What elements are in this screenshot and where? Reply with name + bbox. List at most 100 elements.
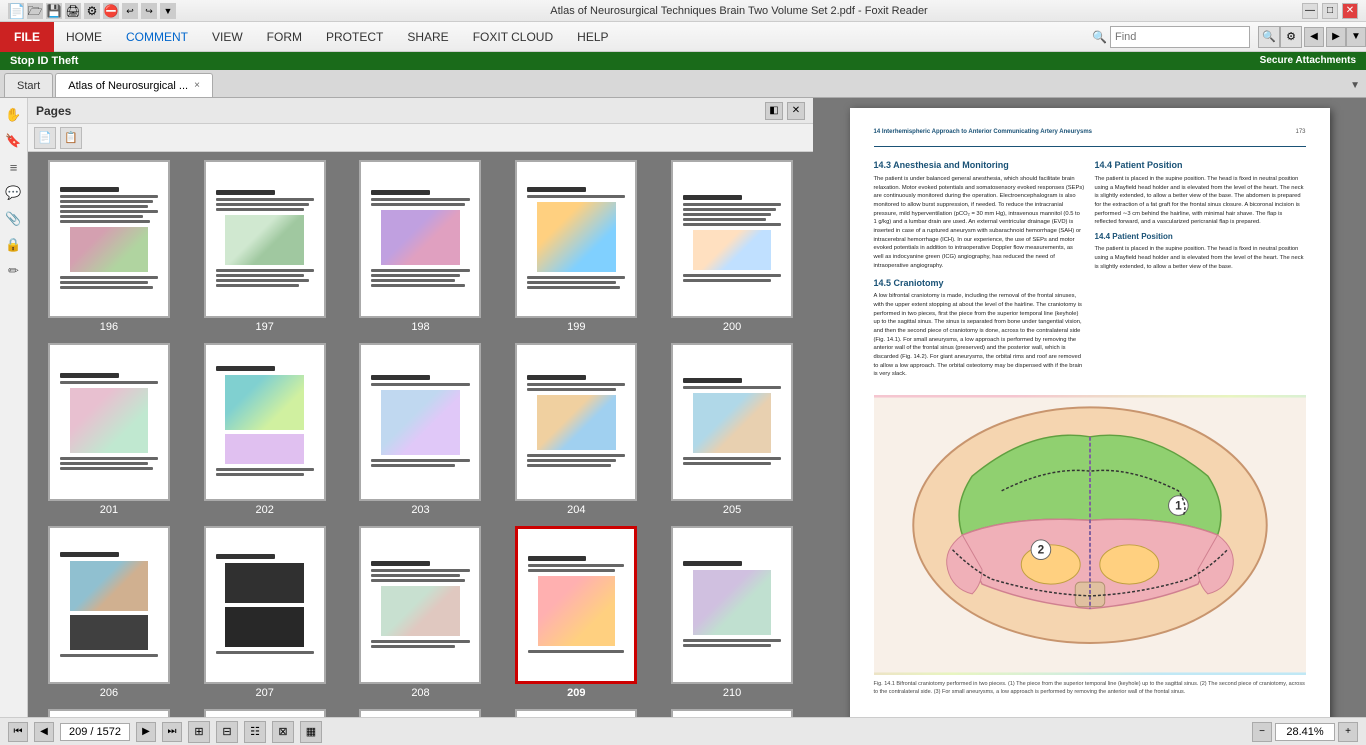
panel-pin-btn[interactable]: ◧: [765, 102, 783, 120]
close-btn[interactable]: ✕: [1342, 3, 1358, 19]
page-thumbnail-210[interactable]: [671, 526, 793, 684]
sidebar-icon-layers[interactable]: ≡: [3, 156, 25, 178]
panel-controls[interactable]: ◧ ✕: [765, 102, 805, 120]
tab-start[interactable]: Start: [4, 73, 53, 97]
panel-close-btn[interactable]: ✕: [787, 102, 805, 120]
page-thumbnail-214[interactable]: [515, 709, 637, 717]
page-thumbnail-207[interactable]: [204, 526, 326, 684]
search-input[interactable]: [1110, 26, 1250, 48]
settings-btn[interactable]: ⚙: [84, 3, 100, 19]
view-mode-btn-4[interactable]: ⊠: [272, 721, 294, 743]
sidebar-icon-bookmark[interactable]: 🔖: [3, 130, 25, 152]
nav-dropdown[interactable]: ▼: [1346, 27, 1366, 47]
minimize-btn[interactable]: —: [1302, 3, 1318, 19]
search-gear-button[interactable]: ⚙: [1280, 26, 1302, 48]
page-thumbnail-198[interactable]: [359, 160, 481, 318]
page-thumbnail-205[interactable]: [671, 343, 793, 501]
view-mode-btn-2[interactable]: ⊟: [216, 721, 238, 743]
page-thumbnail-204[interactable]: [515, 343, 637, 501]
list-item[interactable]: 205: [659, 343, 805, 516]
maximize-btn[interactable]: □: [1322, 3, 1338, 19]
window-controls[interactable]: — □ ✕: [1302, 3, 1358, 19]
new-btn[interactable]: 🗁: [27, 3, 43, 19]
go-prev-btn[interactable]: ◀: [34, 722, 54, 742]
list-item[interactable]: 203: [348, 343, 494, 516]
sidebar-icon-attachment[interactable]: 📎: [3, 208, 25, 230]
list-item[interactable]: 198: [348, 160, 494, 333]
sidebar-icon-pen[interactable]: ✏: [3, 260, 25, 282]
page-indicator[interactable]: 209 / 1572: [60, 723, 130, 741]
menu-view[interactable]: VIEW: [200, 22, 255, 52]
list-item[interactable]: 215: [659, 709, 805, 717]
menu-foxit-cloud[interactable]: FOXIT CLOUD: [461, 22, 565, 52]
go-last-btn[interactable]: ⏭: [162, 722, 182, 742]
more-btn[interactable]: ▼: [160, 3, 176, 19]
page-thumbnail-206[interactable]: [48, 526, 170, 684]
zoom-out-btn[interactable]: −: [1252, 722, 1272, 742]
search-button[interactable]: 🔍: [1258, 26, 1280, 48]
pdf-content[interactable]: 14 Interhemispheric Approach to Anterior…: [813, 98, 1366, 717]
page-thumbnail-200[interactable]: [671, 160, 793, 318]
view-mode-btn-1[interactable]: ⊞: [188, 721, 210, 743]
page-thumbnail-199[interactable]: [515, 160, 637, 318]
zoom-display[interactable]: 28.41%: [1275, 723, 1335, 741]
page-thumbnail-213[interactable]: [359, 709, 481, 717]
list-item[interactable]: 210: [659, 526, 805, 699]
page-thumbnail-197[interactable]: [204, 160, 326, 318]
view-mode-btn-3[interactable]: ☷: [244, 721, 266, 743]
print-btn[interactable]: 🖨: [65, 3, 81, 19]
cancel-btn[interactable]: ⛔: [103, 3, 119, 19]
redo-btn[interactable]: ↪: [141, 3, 157, 19]
tab-close-icon[interactable]: ×: [194, 80, 200, 91]
list-item[interactable]: 213: [348, 709, 494, 717]
list-item[interactable]: 200: [659, 160, 805, 333]
menu-protect[interactable]: PROTECT: [314, 22, 395, 52]
list-item[interactable]: 212: [192, 709, 338, 717]
list-item[interactable]: 204: [503, 343, 649, 516]
tabs-dropdown-arrow[interactable]: ▼: [1344, 73, 1366, 97]
view-mode-btn-5[interactable]: ▦: [300, 721, 322, 743]
undo-btn[interactable]: ↩: [122, 3, 138, 19]
sidebar-icon-comment[interactable]: 💬: [3, 182, 25, 204]
list-item[interactable]: 208: [348, 526, 494, 699]
menu-home[interactable]: HOME: [54, 22, 114, 52]
sidebar-icon-lock[interactable]: 🔒: [3, 234, 25, 256]
page-thumbnail-208[interactable]: [359, 526, 481, 684]
pages-tool-2[interactable]: 📋: [60, 127, 82, 149]
page-thumbnail-212[interactable]: [204, 709, 326, 717]
menu-comment[interactable]: COMMENT: [114, 22, 200, 52]
list-item[interactable]: 201: [36, 343, 182, 516]
zoom-in-btn[interactable]: +: [1338, 722, 1358, 742]
pages-grid-container[interactable]: 196 197: [28, 152, 813, 717]
page-thumbnail-215[interactable]: [671, 709, 793, 717]
page-thumbnail-211[interactable]: [48, 709, 170, 717]
page-thumbnail-202[interactable]: [204, 343, 326, 501]
sidebar-icon-hand[interactable]: ✋: [3, 104, 25, 126]
menu-help[interactable]: HELP: [565, 22, 620, 52]
list-item[interactable]: 207: [192, 526, 338, 699]
list-item[interactable]: 202: [192, 343, 338, 516]
list-item[interactable]: 214: [503, 709, 649, 717]
menu-share[interactable]: SHARE: [395, 22, 460, 52]
menu-form[interactable]: FORM: [255, 22, 314, 52]
page-thumbnail-201[interactable]: [48, 343, 170, 501]
go-first-btn[interactable]: ⏮: [8, 722, 28, 742]
list-item[interactable]: 199: [503, 160, 649, 333]
nav-prev-result[interactable]: ◀: [1304, 27, 1324, 47]
search-box[interactable]: 🔍: [1092, 26, 1250, 48]
list-item[interactable]: 197: [192, 160, 338, 333]
list-item[interactable]: 206: [36, 526, 182, 699]
page-thumbnail-196[interactable]: [48, 160, 170, 318]
pages-tool-1[interactable]: 📄: [34, 127, 56, 149]
save-btn[interactable]: 💾: [46, 3, 62, 19]
page-thumbnail-209[interactable]: [515, 526, 637, 684]
list-item[interactable]: 196: [36, 160, 182, 333]
go-next-btn[interactable]: ▶: [136, 722, 156, 742]
tab-document[interactable]: Atlas of Neurosurgical ... ×: [55, 73, 213, 97]
title-toolbar-icons[interactable]: 📄 🗁 💾 🖨 ⚙ ⛔ ↩ ↪ ▼: [8, 3, 176, 19]
menu-file[interactable]: FILE: [0, 22, 54, 52]
list-item[interactable]: 209: [503, 526, 649, 699]
nav-next-result[interactable]: ▶: [1326, 27, 1346, 47]
page-thumbnail-203[interactable]: [359, 343, 481, 501]
list-item[interactable]: 211: [36, 709, 182, 717]
